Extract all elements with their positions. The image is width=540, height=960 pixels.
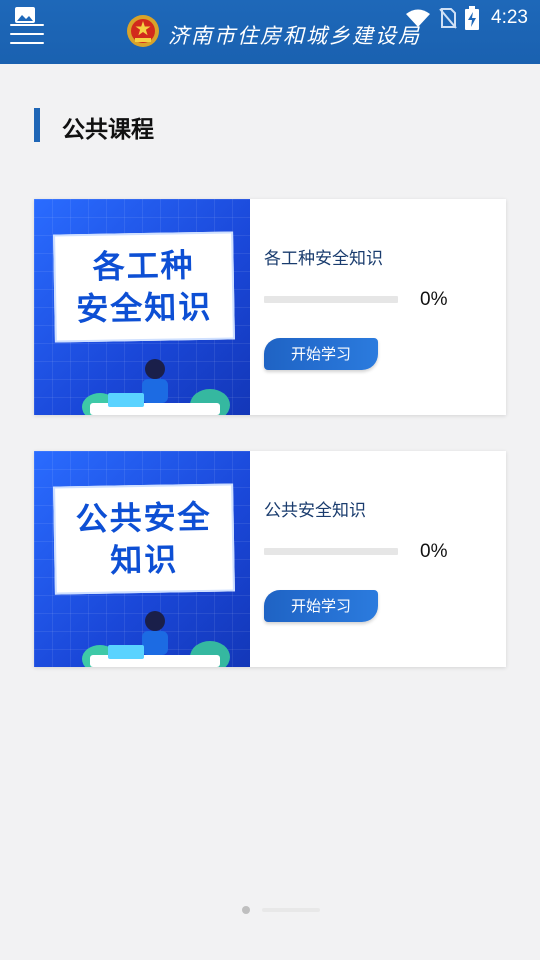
status-time: 4:23: [491, 7, 528, 28]
section-title: 公共课程: [62, 117, 154, 143]
study-illustration: [82, 359, 230, 415]
battery-charging-icon: [465, 6, 480, 30]
progress-percent: 0%: [420, 289, 448, 310]
study-illustration: [82, 611, 230, 667]
course-card[interactable]: 公共安全 知识 公共安全知识 0% 开始学习: [34, 451, 506, 667]
status-bar: 4:23: [405, 4, 528, 32]
thumbnail-line: 各工种: [92, 246, 195, 286]
course-thumbnail[interactable]: 公共安全 知识: [34, 451, 250, 667]
national-emblem-icon: [127, 15, 159, 47]
image-notification-icon: [15, 7, 35, 23]
course-title: 各工种安全知识: [264, 249, 383, 269]
start-learning-button[interactable]: 开始学习: [264, 338, 378, 370]
section-accent-bar: [34, 108, 40, 142]
course-title: 公共安全知识: [264, 501, 366, 521]
menu-icon[interactable]: [10, 24, 44, 48]
course-card[interactable]: 各工种 安全知识 各工种安全知识 0% 开始学习: [34, 199, 506, 415]
thumbnail-line: 公共安全: [75, 497, 212, 539]
progress-bar: [264, 548, 398, 555]
thumbnail-board: 各工种 安全知识: [53, 231, 235, 343]
course-thumbnail[interactable]: 各工种 安全知识: [34, 199, 250, 415]
app-header: 济南市住房和城乡建设局 4:23: [0, 0, 540, 64]
app-title: 济南市住房和城乡建设局: [168, 24, 421, 48]
thumbnail-line: 知识: [110, 540, 179, 580]
thumbnail-line: 安全知识: [76, 287, 213, 329]
progress-bar: [264, 296, 398, 303]
page-indicator-dot: [242, 906, 250, 914]
progress-percent: 0%: [420, 541, 448, 562]
wifi-icon: [406, 9, 431, 27]
start-learning-button[interactable]: 开始学习: [264, 590, 378, 622]
thumbnail-board: 公共安全 知识: [53, 483, 235, 595]
page-indicator-track: [262, 908, 320, 912]
no-sim-icon: [439, 8, 457, 29]
